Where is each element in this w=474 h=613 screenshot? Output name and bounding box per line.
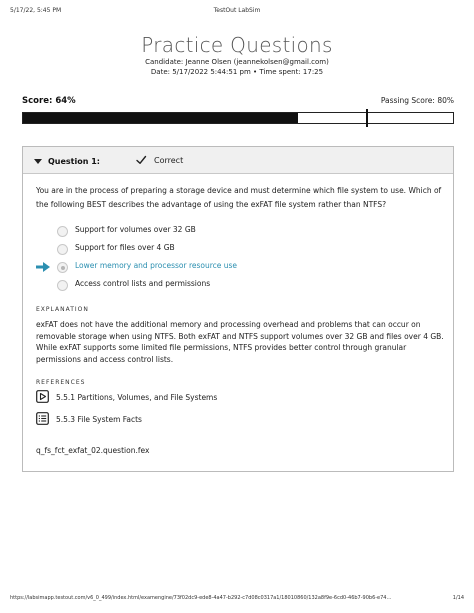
date-time-info: Date: 5/17/2022 5:44:51 pm • Time spent:…: [150, 68, 324, 76]
score-progress-fill: [23, 113, 299, 123]
answer-option-2[interactable]: Support for files over 4 GB: [23, 240, 453, 258]
collapse-caret-icon[interactable]: [34, 159, 42, 164]
reference-label[interactable]: 5.5.3 File System Facts: [56, 415, 142, 424]
question-card: Question 1: Correct You are in the proce…: [22, 146, 454, 472]
answer-label: Support for files over 4 GB: [75, 243, 175, 252]
checkmark-icon: [136, 155, 147, 164]
explanation-heading: EXPLANATION: [36, 306, 89, 313]
reference-label[interactable]: 5.5.1 Partitions, Volumes, and File Syst…: [56, 393, 217, 402]
answer-label: Support for volumes over 32 GB: [75, 225, 196, 234]
answer-radio-selected[interactable]: [57, 262, 68, 273]
passing-score-label: Passing Score: 80%: [380, 96, 454, 105]
answer-label: Access control lists and permissions: [75, 279, 211, 288]
print-footer: https://labsimapp.testout.com/v6_0_499/i…: [10, 595, 464, 605]
references-heading: REFERENCES: [36, 379, 86, 386]
answer-radio[interactable]: [57, 244, 68, 255]
answer-option-3[interactable]: Lower memory and processor resource use: [23, 258, 453, 276]
question-file-name: q_fs_fct_exfat_02.question.fex: [36, 446, 150, 455]
question-number: Question 1:: [48, 157, 100, 166]
question-status: Correct: [154, 156, 184, 165]
question-text: You are in the process of preparing a st…: [36, 186, 442, 209]
correct-answer-arrow-icon: [36, 262, 50, 272]
answer-option-1[interactable]: Support for volumes over 32 GB: [23, 222, 453, 240]
video-play-icon: [36, 390, 49, 403]
page-title: Practice Questions: [141, 33, 333, 57]
document-list-icon: [36, 412, 49, 425]
print-page-number: 1/14: [452, 595, 464, 601]
answer-option-4[interactable]: Access control lists and permissions: [23, 276, 453, 294]
candidate-info: Candidate: Jeanne Olsen (jeannekolsen@gm…: [145, 58, 329, 66]
explanation-text: exFAT does not have the additional memor…: [36, 320, 444, 364]
passing-score-marker: [366, 109, 368, 127]
answer-radio[interactable]: [57, 280, 68, 291]
question-header[interactable]: Question 1: Correct: [23, 147, 453, 174]
answer-label-correct: Lower memory and processor resource use: [75, 261, 238, 270]
print-url: https://labsimapp.testout.com/v6_0_499/i…: [10, 595, 392, 601]
score-progress-bar: [22, 109, 454, 127]
score-label: Score: 64%: [22, 96, 76, 106]
answer-radio[interactable]: [57, 226, 68, 237]
print-header: 5/17/22, 5:45 PM TestOut LabSim: [10, 7, 464, 17]
print-title: TestOut LabSim: [213, 7, 261, 14]
